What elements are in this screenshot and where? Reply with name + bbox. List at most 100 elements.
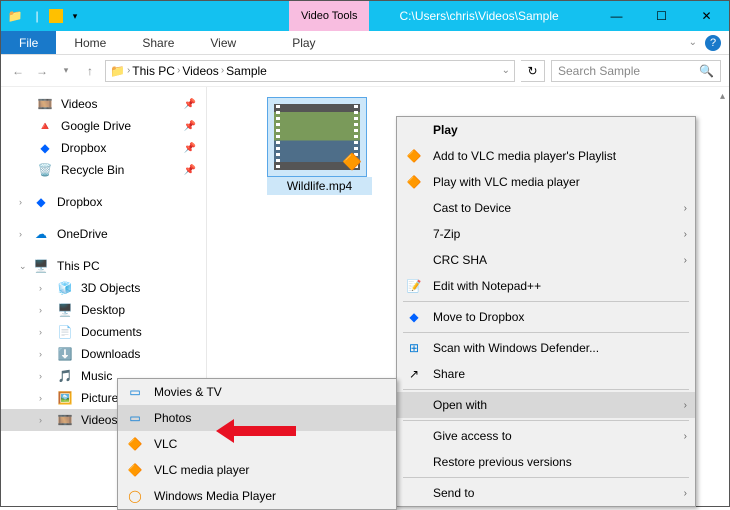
wmp-icon: ◯ <box>126 489 144 503</box>
menu-send-to[interactable]: Send to› <box>397 480 695 506</box>
nav-dropbox[interactable]: ›◆Dropbox <box>1 191 206 213</box>
gdrive-icon: 🔺 <box>37 118 53 134</box>
share-icon: ↗ <box>405 367 423 381</box>
file-name-label: Wildlife.mp4 <box>267 177 372 195</box>
3d-icon: 🧊 <box>57 280 73 296</box>
breadcrumb-dropdown-icon[interactable]: ⌄ <box>502 65 510 76</box>
folder-small-icon: 📁 <box>110 64 125 78</box>
share-tab[interactable]: Share <box>124 31 192 54</box>
nav-downloads[interactable]: ›⬇️Downloads <box>1 343 206 365</box>
menu-play[interactable]: Play <box>397 117 695 143</box>
close-button[interactable]: ✕ <box>684 9 729 23</box>
view-tab[interactable]: View <box>192 31 254 54</box>
crumb-videos[interactable]: Videos <box>182 64 218 78</box>
expand-icon[interactable]: › <box>19 197 22 207</box>
nav-thispc[interactable]: ⌄🖥️This PC <box>1 255 206 277</box>
qat-new-icon[interactable] <box>49 9 63 23</box>
crumb-sample[interactable]: Sample <box>226 64 267 78</box>
expand-icon[interactable]: › <box>39 305 42 315</box>
expand-icon[interactable]: › <box>39 415 42 425</box>
menu-move-dropbox[interactable]: ◆ Move to Dropbox <box>397 304 695 330</box>
expand-icon[interactable]: › <box>39 371 42 381</box>
recent-dropdown[interactable]: ▾ <box>57 65 75 76</box>
expand-icon[interactable]: › <box>39 327 42 337</box>
forward-button[interactable]: → <box>33 64 51 78</box>
menu-label: Move to Dropbox <box>433 310 524 324</box>
search-box[interactable]: Search Sample 🔍 <box>551 60 721 82</box>
menu-label: Windows Media Player <box>154 489 276 503</box>
chevron-right-icon[interactable]: › <box>177 65 180 76</box>
nav-3dobjects[interactable]: ›🧊3D Objects <box>1 277 206 299</box>
submenu-movies-tv[interactable]: ▭Movies & TV <box>118 379 396 405</box>
chevron-right-icon[interactable]: › <box>127 65 130 76</box>
expand-icon[interactable]: › <box>19 229 22 239</box>
menu-7zip[interactable]: 7-Zip› <box>397 221 695 247</box>
qat-dropdown-icon[interactable]: ▾ <box>65 6 85 26</box>
maximize-button[interactable]: ☐ <box>639 9 684 23</box>
quick-access-toolbar: 📁 | ▾ <box>1 6 89 26</box>
help-icon[interactable]: ? <box>705 35 721 51</box>
home-tab[interactable]: Home <box>56 31 124 54</box>
menu-label: VLC <box>154 437 177 451</box>
breadcrumb[interactable]: 📁 › This PC › Videos › Sample ⌄ <box>105 60 515 82</box>
crumb-thispc[interactable]: This PC <box>132 64 175 78</box>
menu-label: Add to VLC media player's Playlist <box>433 149 616 163</box>
menu-play-vlc[interactable]: 🔶 Play with VLC media player <box>397 169 695 195</box>
menu-notepad[interactable]: 📝Edit with Notepad++ <box>397 273 695 299</box>
nav-label: Documents <box>81 325 142 339</box>
menu-label: Play with VLC media player <box>433 175 580 189</box>
recycle-icon: 🗑️ <box>37 162 53 178</box>
menu-crc[interactable]: CRC SHA › <box>397 247 695 273</box>
chevron-right-icon: › <box>684 255 687 266</box>
scroll-up-icon[interactable]: ▴ <box>720 91 725 102</box>
search-icon: 🔍 <box>699 64 714 78</box>
ribbon-tabs: File Home Share View Play ⌄ ? <box>1 31 729 55</box>
ribbon-collapse-icon[interactable]: ⌄ <box>689 37 697 48</box>
collapse-icon[interactable]: ⌄ <box>19 261 27 272</box>
nav-label: Downloads <box>81 347 140 361</box>
menu-label: Share <box>433 367 465 381</box>
context-menu[interactable]: Play 🔶Add to VLC media player's Playlist… <box>396 116 696 507</box>
file-wildlife[interactable]: 🔶 Wildlife.mp4 <box>267 97 372 195</box>
up-button[interactable]: ↑ <box>81 64 99 78</box>
nav-label: Google Drive <box>61 119 131 133</box>
minimize-button[interactable]: — <box>594 9 639 23</box>
play-tab[interactable]: Play <box>274 31 333 54</box>
nav-gdrive[interactable]: 🔺Google Drive📌 <box>1 115 206 137</box>
submenu-wmp[interactable]: ◯ Windows Media Player <box>118 483 396 509</box>
menu-label: Give access to <box>433 429 512 443</box>
video-folder-icon: 🎞️ <box>37 96 53 112</box>
nav-desktop[interactable]: ›🖥️Desktop <box>1 299 206 321</box>
nav-documents[interactable]: ›📄Documents <box>1 321 206 343</box>
nav-onedrive[interactable]: ›☁OneDrive <box>1 223 206 245</box>
back-button[interactable]: ← <box>9 64 27 78</box>
nav-videos-quick[interactable]: 🎞️Videos📌 <box>1 93 206 115</box>
pin-icon: 📌 <box>184 143 196 154</box>
chevron-right-icon[interactable]: › <box>221 65 224 76</box>
menu-open-with[interactable]: Open with› <box>397 392 695 418</box>
pictures-icon: 🖼️ <box>57 390 73 406</box>
file-tab[interactable]: File <box>1 31 56 54</box>
dropbox-icon: ◆ <box>33 194 49 210</box>
pc-icon: 🖥️ <box>33 258 49 274</box>
menu-label: CRC SHA <box>433 253 487 267</box>
dropbox-icon: ◆ <box>405 310 423 324</box>
nav-recycle[interactable]: 🗑️Recycle Bin📌 <box>1 159 206 181</box>
onedrive-icon: ☁ <box>33 226 49 242</box>
video-tools-tab[interactable]: Video Tools <box>289 1 369 31</box>
menu-give-access[interactable]: Give access to› <box>397 423 695 449</box>
expand-icon[interactable]: › <box>39 393 42 403</box>
menu-cast[interactable]: Cast to Device› <box>397 195 695 221</box>
menu-defender[interactable]: ⊞Scan with Windows Defender... <box>397 335 695 361</box>
nav-dropbox-quick[interactable]: ◆Dropbox📌 <box>1 137 206 159</box>
vlc-icon: 🔶 <box>405 175 423 189</box>
menu-label: Edit with Notepad++ <box>433 279 541 293</box>
menu-add-vlc[interactable]: 🔶Add to VLC media player's Playlist <box>397 143 695 169</box>
expand-icon[interactable]: › <box>39 283 42 293</box>
submenu-vlc-media[interactable]: 🔶VLC media player <box>118 457 396 483</box>
menu-restore[interactable]: Restore previous versions <box>397 449 695 475</box>
expand-icon[interactable]: › <box>39 349 42 359</box>
shield-icon: ⊞ <box>405 341 423 355</box>
refresh-button[interactable]: ↻ <box>521 60 545 82</box>
menu-share[interactable]: ↗ Share <box>397 361 695 387</box>
